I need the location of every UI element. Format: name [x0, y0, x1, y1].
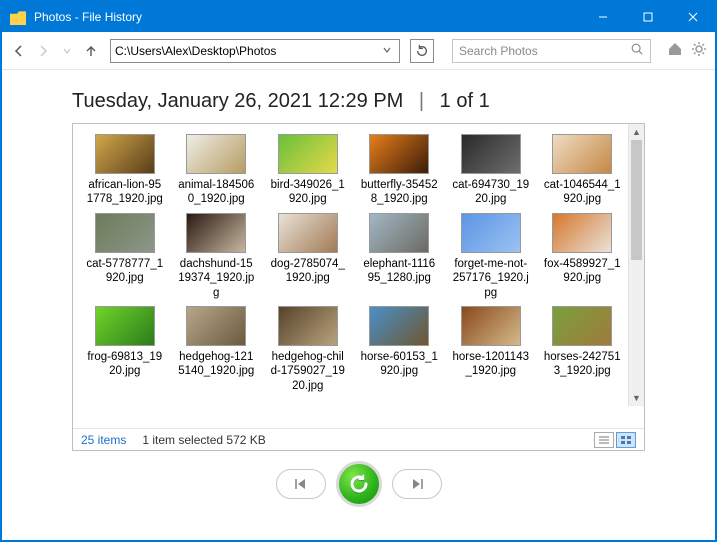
address-bar[interactable]: C:\Users\Alex\Desktop\Photos: [110, 39, 400, 63]
file-thumbnail: [461, 213, 521, 253]
file-name-label: fox-4589927_1920.jpg: [543, 257, 621, 286]
file-item[interactable]: forget-me-not-257176_1920.jpg: [449, 213, 533, 300]
file-thumbnail: [95, 213, 155, 253]
history-controls: [2, 461, 715, 507]
file-name-label: dachshund-1519374_1920.jpg: [177, 257, 255, 300]
file-name-label: elephant-111695_1280.jpg: [360, 257, 438, 286]
version-timestamp: Tuesday, January 26, 2021 12:29 PM: [72, 90, 403, 112]
heading-separator: |: [419, 90, 424, 112]
scroll-up-icon[interactable]: ▲: [629, 124, 644, 140]
file-item[interactable]: horse-1201143_1920.jpg: [449, 306, 533, 393]
file-thumbnail: [186, 213, 246, 253]
app-folder-icon: [10, 9, 26, 25]
item-count: 25 items: [81, 433, 126, 447]
file-thumbnail: [552, 306, 612, 346]
selection-info: 1 item selected 572 KB: [142, 433, 265, 447]
file-item[interactable]: horse-60153_1920.jpg: [358, 306, 442, 393]
window-controls: [580, 2, 715, 32]
file-item[interactable]: hedgehog-1215140_1920.jpg: [175, 306, 259, 393]
search-icon: [630, 42, 644, 59]
file-scroll-area[interactable]: african-lion-951778_1920.jpg animal-18450…: [73, 124, 644, 428]
file-thumbnail: [278, 134, 338, 174]
file-item[interactable]: butterfly-354528_1920.jpg: [358, 134, 442, 207]
file-item[interactable]: cat-5778777_1920.jpg: [83, 213, 167, 300]
settings-gear-icon[interactable]: [691, 41, 707, 60]
file-name-label: forget-me-not-257176_1920.jpg: [452, 257, 530, 300]
previous-version-button[interactable]: [276, 469, 326, 499]
file-thumbnail: [278, 306, 338, 346]
version-pager: 1 of 1: [440, 90, 490, 112]
back-button[interactable]: [10, 42, 28, 60]
file-thumbnail: [369, 134, 429, 174]
scroll-down-icon[interactable]: ▼: [629, 390, 644, 406]
file-name-label: frog-69813_1920.jpg: [86, 350, 164, 379]
icons-view-button[interactable]: [616, 432, 636, 448]
file-name-label: cat-5778777_1920.jpg: [86, 257, 164, 286]
file-name-label: hedgehog-child-1759027_1920.jpg: [269, 350, 347, 393]
scrollbar-thumb[interactable]: [631, 140, 642, 260]
file-item[interactable]: horses-2427513_1920.jpg: [541, 306, 625, 393]
file-name-label: bird-349026_1920.jpg: [269, 178, 347, 207]
file-name-label: cat-1046544_1920.jpg: [543, 178, 621, 207]
file-item[interactable]: cat-694730_1920.jpg: [449, 134, 533, 207]
file-item[interactable]: animal-1845060_1920.jpg: [175, 134, 259, 207]
file-thumbnail: [186, 306, 246, 346]
history-dropdown-icon[interactable]: [58, 42, 76, 60]
file-thumbnail: [369, 213, 429, 253]
file-thumbnail: [186, 134, 246, 174]
file-item[interactable]: fox-4589927_1920.jpg: [541, 213, 625, 300]
file-item[interactable]: frog-69813_1920.jpg: [83, 306, 167, 393]
refresh-button[interactable]: [410, 39, 434, 63]
address-path: C:\Users\Alex\Desktop\Photos: [115, 44, 379, 58]
file-panel: african-lion-951778_1920.jpg animal-18450…: [72, 123, 645, 451]
file-name-label: animal-1845060_1920.jpg: [177, 178, 255, 207]
close-button[interactable]: [670, 2, 715, 32]
minimize-button[interactable]: [580, 2, 625, 32]
file-name-label: african-lion-951778_1920.jpg: [86, 178, 164, 207]
file-thumbnail: [552, 134, 612, 174]
file-item[interactable]: dog-2785074_1920.jpg: [266, 213, 350, 300]
file-item[interactable]: african-lion-951778_1920.jpg: [83, 134, 167, 207]
file-thumbnail: [461, 306, 521, 346]
vertical-scrollbar[interactable]: ▲ ▼: [628, 124, 644, 406]
nav-toolbar: C:\Users\Alex\Desktop\Photos: [2, 32, 715, 70]
file-grid: african-lion-951778_1920.jpg animal-18450…: [83, 134, 624, 393]
next-version-button[interactable]: [392, 469, 442, 499]
search-box[interactable]: [452, 39, 651, 63]
file-name-label: hedgehog-1215140_1920.jpg: [177, 350, 255, 379]
file-thumbnail: [552, 213, 612, 253]
file-name-label: dog-2785074_1920.jpg: [269, 257, 347, 286]
status-bar: 25 items 1 item selected 572 KB: [73, 428, 644, 450]
file-thumbnail: [369, 306, 429, 346]
home-icon[interactable]: [667, 41, 683, 60]
view-mode-switcher: [594, 432, 636, 448]
file-name-label: cat-694730_1920.jpg: [452, 178, 530, 207]
file-thumbnail: [95, 306, 155, 346]
file-thumbnail: [461, 134, 521, 174]
file-item[interactable]: cat-1046544_1920.jpg: [541, 134, 625, 207]
file-item[interactable]: dachshund-1519374_1920.jpg: [175, 213, 259, 300]
maximize-button[interactable]: [625, 2, 670, 32]
up-button[interactable]: [82, 42, 100, 60]
version-heading: Tuesday, January 26, 2021 12:29 PM | 1 o…: [2, 70, 715, 123]
search-input[interactable]: [459, 44, 607, 58]
details-view-button[interactable]: [594, 432, 614, 448]
file-thumbnail: [95, 134, 155, 174]
address-dropdown-icon[interactable]: [379, 44, 395, 58]
file-item[interactable]: elephant-111695_1280.jpg: [358, 213, 442, 300]
toolbar-right-icons: [667, 41, 707, 60]
window-title: Photos - File History: [34, 10, 580, 24]
file-thumbnail: [278, 213, 338, 253]
file-name-label: horses-2427513_1920.jpg: [543, 350, 621, 379]
file-item[interactable]: bird-349026_1920.jpg: [266, 134, 350, 207]
file-name-label: horse-60153_1920.jpg: [360, 350, 438, 379]
title-bar: Photos - File History: [2, 2, 715, 32]
file-item[interactable]: hedgehog-child-1759027_1920.jpg: [266, 306, 350, 393]
forward-button[interactable]: [34, 42, 52, 60]
file-name-label: horse-1201143_1920.jpg: [452, 350, 530, 379]
file-name-label: butterfly-354528_1920.jpg: [360, 178, 438, 207]
restore-button[interactable]: [336, 461, 382, 507]
